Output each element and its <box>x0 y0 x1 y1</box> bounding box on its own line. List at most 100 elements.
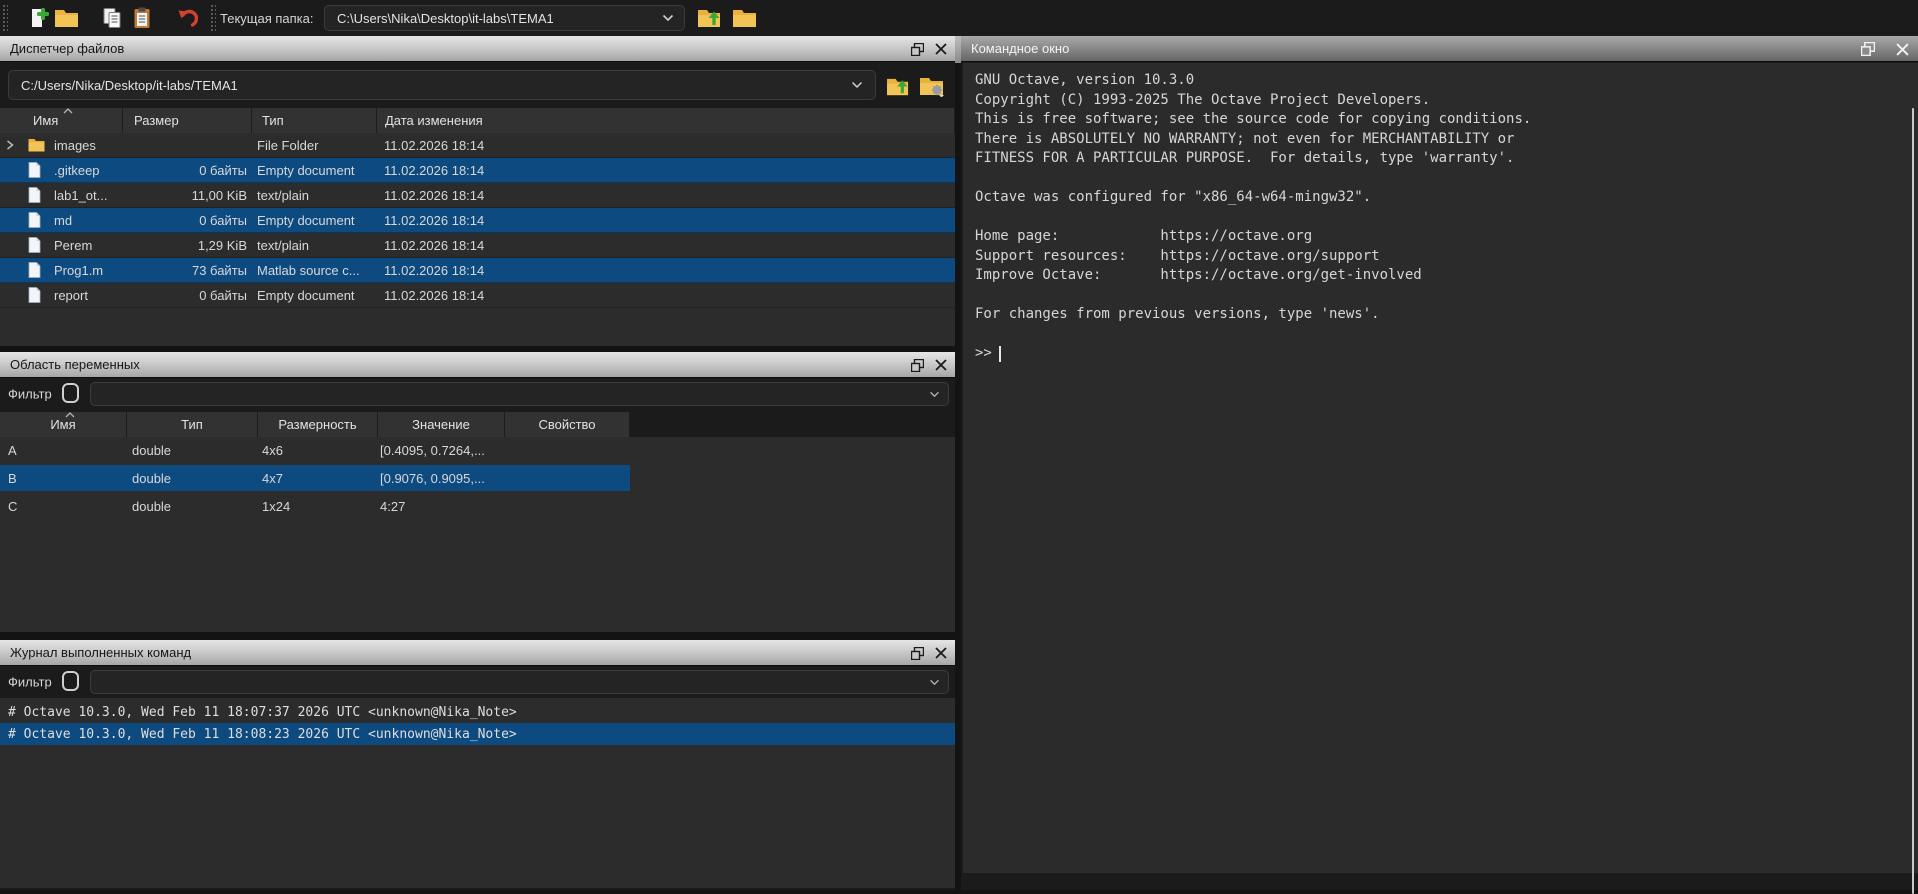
close-icon[interactable] <box>933 357 949 373</box>
toolbar-folder-up-button[interactable] <box>697 5 723 31</box>
file-date-cell: 11.02.2026 18:14 <box>377 208 955 232</box>
terminal-output[interactable]: GNU Octave, version 10.3.0Copyright (C) … <box>963 63 1918 873</box>
undock-icon[interactable] <box>909 357 925 373</box>
variable-row[interactable]: Bdouble4x7[0.9076, 0.9095,... <box>0 465 630 491</box>
toolbar-drag-handle[interactable] <box>2 4 8 32</box>
file-row[interactable]: Perem1,29 KiBtext/plain11.02.2026 18:14 <box>0 233 955 258</box>
path-folder-up-button[interactable] <box>885 73 911 99</box>
file-name-cell: report <box>0 283 123 307</box>
close-icon[interactable] <box>933 645 949 661</box>
terminal-line: FITNESS FOR A PARTICULAR PURPOSE. For de… <box>975 149 1918 169</box>
workspace-filter-combobox[interactable] <box>90 382 949 406</box>
file-name-cell: lab1_ot... <box>0 183 123 207</box>
terminal-prompt-line[interactable]: >> <box>975 344 1918 364</box>
terminal-line: This is free software; see the source co… <box>975 110 1918 130</box>
command-window-title: Командное окно <box>971 41 1069 56</box>
file-row[interactable]: imagesFile Folder11.02.2026 18:14 <box>0 133 955 158</box>
undock-icon[interactable] <box>909 41 925 57</box>
undock-icon[interactable] <box>1860 41 1876 57</box>
file-type-cell: Empty document <box>252 158 377 182</box>
terminal-line: For changes from previous versions, type… <box>975 305 1918 325</box>
file-row[interactable]: md0 байтыEmpty document11.02.2026 18:14 <box>0 208 955 233</box>
workspace-filter-label: Фильтр <box>8 387 52 402</box>
vertical-scrollbar[interactable] <box>1912 108 1914 894</box>
terminal-line <box>975 169 1918 189</box>
file-type-cell: Empty document <box>252 208 377 232</box>
file-name: Perem <box>54 238 92 253</box>
expand-arrow-icon[interactable] <box>0 140 20 150</box>
folder-settings-icon <box>919 75 945 97</box>
copy-icon <box>100 6 124 30</box>
file-name: Prog1.m <box>54 263 103 278</box>
variable-dims-cell: 4x7 <box>258 465 378 491</box>
file-browser-titlebar: Диспетчер файлов <box>0 36 955 62</box>
workspace-column-header-1[interactable]: Имя <box>0 412 127 437</box>
file-name-cell: Perem <box>0 233 123 257</box>
workspace-table-header: ИмяТипРазмерностьЗначениеСвойство <box>0 412 630 437</box>
workspace-table: Adouble4x6[0.4095, 0.7264,...Bdouble4x7[… <box>0 437 955 632</box>
close-icon[interactable] <box>1894 41 1910 57</box>
file-icon <box>28 162 46 178</box>
file-name: images <box>54 138 96 153</box>
path-browse-button[interactable] <box>919 73 945 99</box>
undock-icon[interactable] <box>909 645 925 661</box>
file-row[interactable]: Prog1.m73 байтыMatlab source c...11.02.2… <box>0 258 955 283</box>
file-column-header-2[interactable]: Размер <box>123 108 252 133</box>
sort-ascending-icon <box>65 412 75 418</box>
terminal-line: Home page: https://octave.org <box>975 227 1918 247</box>
file-size-cell: 11,00 KiB <box>123 183 252 207</box>
file-name: report <box>54 288 88 303</box>
current-folder-combobox[interactable]: C:\Users\Nika\Desktop\it-labs\TEMA1 <box>324 5 685 31</box>
variable-attr-cell <box>505 493 630 519</box>
workspace-filter-checkbox[interactable] <box>62 383 79 403</box>
variable-dims-cell: 4x6 <box>258 437 378 463</box>
file-type-cell: text/plain <box>252 233 377 257</box>
terminal-line: Support resources: https://octave.org/su… <box>975 247 1918 267</box>
file-column-header-3[interactable]: Тип <box>252 108 377 133</box>
history-entry[interactable]: # Octave 10.3.0, Wed Feb 11 18:07:37 202… <box>0 701 955 723</box>
workspace-column-header-5[interactable]: Свойство <box>505 412 630 437</box>
history-filter-checkbox[interactable] <box>62 671 79 691</box>
terminal-line: GNU Octave, version 10.3.0 <box>975 71 1918 91</box>
paste-icon <box>130 6 154 30</box>
paste-button[interactable] <box>129 5 155 31</box>
file-path-combobox[interactable]: C:/Users/Nika/Desktop/it-labs/TEMA1 <box>8 70 876 100</box>
history-filter-label: Фильтр <box>8 675 52 690</box>
history-filter-combobox[interactable] <box>90 670 949 694</box>
chevron-down-icon <box>851 81 863 89</box>
history-entry[interactable]: # Octave 10.3.0, Wed Feb 11 18:08:23 202… <box>0 723 955 745</box>
history-filter-row: Фильтр <box>0 666 955 698</box>
undo-button[interactable] <box>175 5 201 31</box>
variable-value-cell: [0.9076, 0.9095,... <box>378 465 505 491</box>
file-column-header-1[interactable]: Имя <box>0 108 123 133</box>
workspace-column-header-4[interactable]: Значение <box>378 412 505 437</box>
terminal-prompt: >> <box>975 344 992 364</box>
workspace-column-header-2[interactable]: Тип <box>127 412 258 437</box>
file-path-value: C:/Users/Nika/Desktop/it-labs/TEMA1 <box>21 78 238 93</box>
variable-row[interactable]: Cdouble1x244:27 <box>0 493 630 519</box>
file-date-cell: 11.02.2026 18:14 <box>377 283 955 307</box>
variable-name-cell: C <box>0 493 127 519</box>
chevron-down-icon <box>929 679 940 686</box>
terminal-line <box>975 208 1918 228</box>
file-date-cell: 11.02.2026 18:14 <box>377 133 955 157</box>
file-column-header-4[interactable]: Дата изменения <box>377 108 955 133</box>
new-script-button[interactable] <box>26 5 52 31</box>
variable-attr-cell <box>505 465 630 491</box>
file-row[interactable]: lab1_ot...11,00 KiBtext/plain11.02.2026 … <box>0 183 955 208</box>
file-row[interactable]: report0 байтыEmpty document11.02.2026 18… <box>0 283 955 308</box>
file-size-cell: 0 байты <box>123 208 252 232</box>
file-date-cell: 11.02.2026 18:14 <box>377 258 955 282</box>
file-icon <box>28 262 46 278</box>
folder-up-icon <box>886 76 911 97</box>
toolbar-browse-button[interactable] <box>731 5 757 31</box>
variable-attr-cell <box>505 437 630 463</box>
open-file-button[interactable] <box>53 5 79 31</box>
toolbar-separator-handle[interactable] <box>210 4 216 32</box>
variable-row[interactable]: Adouble4x6[0.4095, 0.7264,... <box>0 437 630 463</box>
file-size-cell: 0 байты <box>123 158 252 182</box>
copy-button[interactable] <box>99 5 125 31</box>
file-row[interactable]: .gitkeep0 байтыEmpty document11.02.2026 … <box>0 158 955 183</box>
workspace-column-header-3[interactable]: Размерность <box>258 412 378 437</box>
close-icon[interactable] <box>933 41 949 57</box>
